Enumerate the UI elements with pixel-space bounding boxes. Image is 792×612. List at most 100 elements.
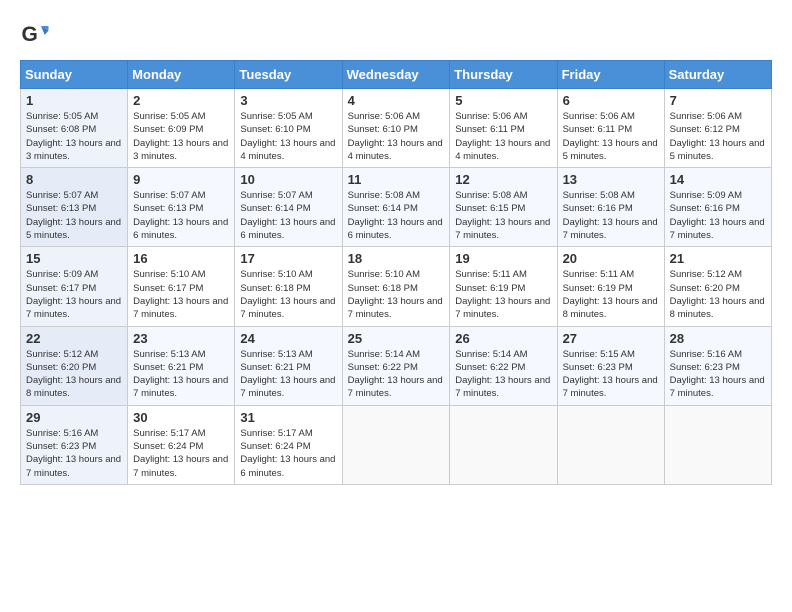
svg-text:G: G [22, 23, 38, 46]
calendar-cell [664, 405, 771, 484]
calendar-cell: 28 Sunrise: 5:16 AM Sunset: 6:23 PM Dayl… [664, 326, 771, 405]
day-number: 5 [455, 93, 551, 108]
calendar-cell: 7 Sunrise: 5:06 AM Sunset: 6:12 PM Dayli… [664, 89, 771, 168]
calendar-cell: 30 Sunrise: 5:17 AM Sunset: 6:24 PM Dayl… [128, 405, 235, 484]
day-number: 28 [670, 331, 766, 346]
calendar-cell: 27 Sunrise: 5:15 AM Sunset: 6:23 PM Dayl… [557, 326, 664, 405]
calendar-cell: 6 Sunrise: 5:06 AM Sunset: 6:11 PM Dayli… [557, 89, 664, 168]
day-info: Sunrise: 5:17 AM Sunset: 6:24 PM Dayligh… [133, 427, 229, 480]
day-number: 27 [563, 331, 659, 346]
column-header-saturday: Saturday [664, 61, 771, 89]
day-number: 29 [26, 410, 122, 425]
day-number: 1 [26, 93, 122, 108]
calendar-cell: 1 Sunrise: 5:05 AM Sunset: 6:08 PM Dayli… [21, 89, 128, 168]
page-header: G [20, 20, 772, 50]
calendar-week-3: 15 Sunrise: 5:09 AM Sunset: 6:17 PM Dayl… [21, 247, 772, 326]
day-number: 3 [240, 93, 336, 108]
day-number: 25 [348, 331, 445, 346]
calendar-cell: 17 Sunrise: 5:10 AM Sunset: 6:18 PM Dayl… [235, 247, 342, 326]
calendar-cell: 10 Sunrise: 5:07 AM Sunset: 6:14 PM Dayl… [235, 168, 342, 247]
day-number: 16 [133, 251, 229, 266]
day-info: Sunrise: 5:15 AM Sunset: 6:23 PM Dayligh… [563, 348, 659, 401]
calendar-cell: 4 Sunrise: 5:06 AM Sunset: 6:10 PM Dayli… [342, 89, 450, 168]
column-header-sunday: Sunday [21, 61, 128, 89]
calendar-cell: 31 Sunrise: 5:17 AM Sunset: 6:24 PM Dayl… [235, 405, 342, 484]
day-info: Sunrise: 5:05 AM Sunset: 6:09 PM Dayligh… [133, 110, 229, 163]
day-info: Sunrise: 5:16 AM Sunset: 6:23 PM Dayligh… [26, 427, 122, 480]
calendar-cell: 13 Sunrise: 5:08 AM Sunset: 6:16 PM Dayl… [557, 168, 664, 247]
column-header-wednesday: Wednesday [342, 61, 450, 89]
day-info: Sunrise: 5:12 AM Sunset: 6:20 PM Dayligh… [26, 348, 122, 401]
calendar-table: SundayMondayTuesdayWednesdayThursdayFrid… [20, 60, 772, 485]
day-info: Sunrise: 5:10 AM Sunset: 6:17 PM Dayligh… [133, 268, 229, 321]
day-number: 15 [26, 251, 122, 266]
day-number: 11 [348, 172, 445, 187]
calendar-cell: 26 Sunrise: 5:14 AM Sunset: 6:22 PM Dayl… [450, 326, 557, 405]
day-number: 8 [26, 172, 122, 187]
calendar-cell: 20 Sunrise: 5:11 AM Sunset: 6:19 PM Dayl… [557, 247, 664, 326]
day-info: Sunrise: 5:08 AM Sunset: 6:16 PM Dayligh… [563, 189, 659, 242]
column-header-monday: Monday [128, 61, 235, 89]
day-number: 18 [348, 251, 445, 266]
day-info: Sunrise: 5:17 AM Sunset: 6:24 PM Dayligh… [240, 427, 336, 480]
calendar-cell [557, 405, 664, 484]
day-number: 31 [240, 410, 336, 425]
column-header-friday: Friday [557, 61, 664, 89]
calendar-cell: 22 Sunrise: 5:12 AM Sunset: 6:20 PM Dayl… [21, 326, 128, 405]
day-info: Sunrise: 5:06 AM Sunset: 6:11 PM Dayligh… [563, 110, 659, 163]
calendar-cell: 14 Sunrise: 5:09 AM Sunset: 6:16 PM Dayl… [664, 168, 771, 247]
calendar-cell: 29 Sunrise: 5:16 AM Sunset: 6:23 PM Dayl… [21, 405, 128, 484]
calendar-cell: 11 Sunrise: 5:08 AM Sunset: 6:14 PM Dayl… [342, 168, 450, 247]
day-info: Sunrise: 5:08 AM Sunset: 6:15 PM Dayligh… [455, 189, 551, 242]
column-header-thursday: Thursday [450, 61, 557, 89]
calendar-cell: 8 Sunrise: 5:07 AM Sunset: 6:13 PM Dayli… [21, 168, 128, 247]
calendar-cell: 5 Sunrise: 5:06 AM Sunset: 6:11 PM Dayli… [450, 89, 557, 168]
calendar-cell: 9 Sunrise: 5:07 AM Sunset: 6:13 PM Dayli… [128, 168, 235, 247]
day-info: Sunrise: 5:16 AM Sunset: 6:23 PM Dayligh… [670, 348, 766, 401]
column-header-tuesday: Tuesday [235, 61, 342, 89]
day-number: 13 [563, 172, 659, 187]
day-info: Sunrise: 5:05 AM Sunset: 6:10 PM Dayligh… [240, 110, 336, 163]
calendar-cell: 12 Sunrise: 5:08 AM Sunset: 6:15 PM Dayl… [450, 168, 557, 247]
day-number: 10 [240, 172, 336, 187]
calendar-cell: 24 Sunrise: 5:13 AM Sunset: 6:21 PM Dayl… [235, 326, 342, 405]
calendar-cell: 3 Sunrise: 5:05 AM Sunset: 6:10 PM Dayli… [235, 89, 342, 168]
day-info: Sunrise: 5:10 AM Sunset: 6:18 PM Dayligh… [348, 268, 445, 321]
day-number: 2 [133, 93, 229, 108]
day-info: Sunrise: 5:09 AM Sunset: 6:17 PM Dayligh… [26, 268, 122, 321]
day-info: Sunrise: 5:05 AM Sunset: 6:08 PM Dayligh… [26, 110, 122, 163]
calendar-week-4: 22 Sunrise: 5:12 AM Sunset: 6:20 PM Dayl… [21, 326, 772, 405]
day-info: Sunrise: 5:13 AM Sunset: 6:21 PM Dayligh… [240, 348, 336, 401]
day-info: Sunrise: 5:13 AM Sunset: 6:21 PM Dayligh… [133, 348, 229, 401]
day-info: Sunrise: 5:06 AM Sunset: 6:11 PM Dayligh… [455, 110, 551, 163]
day-number: 21 [670, 251, 766, 266]
day-number: 17 [240, 251, 336, 266]
day-number: 19 [455, 251, 551, 266]
day-number: 20 [563, 251, 659, 266]
day-number: 30 [133, 410, 229, 425]
calendar-week-5: 29 Sunrise: 5:16 AM Sunset: 6:23 PM Dayl… [21, 405, 772, 484]
day-info: Sunrise: 5:10 AM Sunset: 6:18 PM Dayligh… [240, 268, 336, 321]
calendar-cell: 23 Sunrise: 5:13 AM Sunset: 6:21 PM Dayl… [128, 326, 235, 405]
day-number: 24 [240, 331, 336, 346]
day-number: 12 [455, 172, 551, 187]
calendar-cell [450, 405, 557, 484]
day-number: 14 [670, 172, 766, 187]
calendar-week-2: 8 Sunrise: 5:07 AM Sunset: 6:13 PM Dayli… [21, 168, 772, 247]
calendar-cell: 2 Sunrise: 5:05 AM Sunset: 6:09 PM Dayli… [128, 89, 235, 168]
day-info: Sunrise: 5:07 AM Sunset: 6:13 PM Dayligh… [26, 189, 122, 242]
day-info: Sunrise: 5:14 AM Sunset: 6:22 PM Dayligh… [455, 348, 551, 401]
day-number: 6 [563, 93, 659, 108]
day-number: 9 [133, 172, 229, 187]
day-info: Sunrise: 5:06 AM Sunset: 6:12 PM Dayligh… [670, 110, 766, 163]
calendar-cell: 15 Sunrise: 5:09 AM Sunset: 6:17 PM Dayl… [21, 247, 128, 326]
day-number: 4 [348, 93, 445, 108]
day-info: Sunrise: 5:06 AM Sunset: 6:10 PM Dayligh… [348, 110, 445, 163]
calendar-week-1: 1 Sunrise: 5:05 AM Sunset: 6:08 PM Dayli… [21, 89, 772, 168]
calendar-cell: 25 Sunrise: 5:14 AM Sunset: 6:22 PM Dayl… [342, 326, 450, 405]
calendar-cell: 19 Sunrise: 5:11 AM Sunset: 6:19 PM Dayl… [450, 247, 557, 326]
calendar-cell: 21 Sunrise: 5:12 AM Sunset: 6:20 PM Dayl… [664, 247, 771, 326]
day-number: 7 [670, 93, 766, 108]
day-info: Sunrise: 5:09 AM Sunset: 6:16 PM Dayligh… [670, 189, 766, 242]
day-number: 23 [133, 331, 229, 346]
